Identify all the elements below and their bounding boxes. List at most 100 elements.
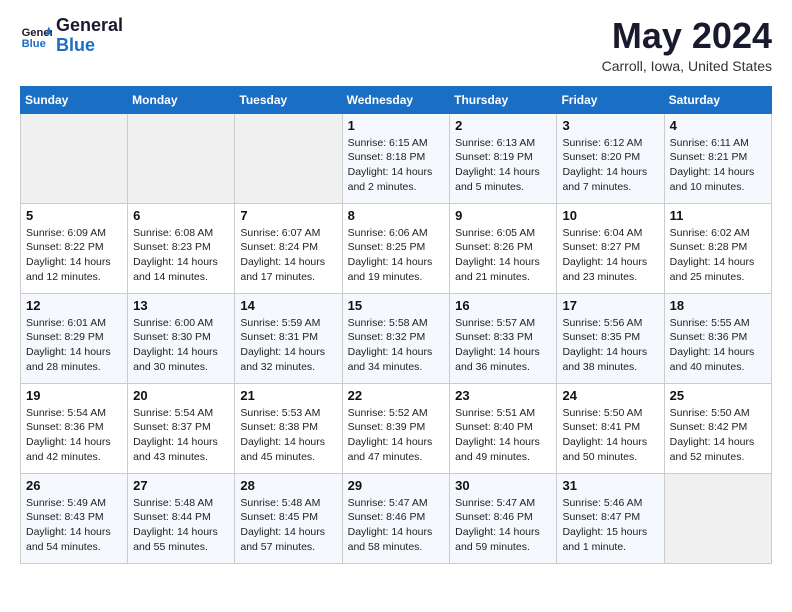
weekday-header-tuesday: Tuesday bbox=[235, 86, 342, 113]
day-number: 27 bbox=[133, 478, 229, 493]
day-number: 13 bbox=[133, 298, 229, 313]
day-number: 15 bbox=[348, 298, 445, 313]
day-number: 30 bbox=[455, 478, 551, 493]
page-header: General Blue General Blue May 2024 Carro… bbox=[20, 16, 772, 74]
day-info: Sunrise: 5:54 AM Sunset: 8:37 PM Dayligh… bbox=[133, 406, 229, 465]
title-block: May 2024 Carroll, Iowa, United States bbox=[602, 16, 772, 74]
day-number: 22 bbox=[348, 388, 445, 403]
day-number: 20 bbox=[133, 388, 229, 403]
day-info: Sunrise: 6:09 AM Sunset: 8:22 PM Dayligh… bbox=[26, 226, 122, 285]
day-number: 29 bbox=[348, 478, 445, 493]
weekday-header-friday: Friday bbox=[557, 86, 664, 113]
weekday-header-row: SundayMondayTuesdayWednesdayThursdayFrid… bbox=[21, 86, 772, 113]
calendar-cell: 3 Sunrise: 6:12 AM Sunset: 8:20 PM Daylig… bbox=[557, 113, 664, 203]
day-number: 17 bbox=[562, 298, 658, 313]
day-info: Sunrise: 5:47 AM Sunset: 8:46 PM Dayligh… bbox=[455, 496, 551, 555]
calendar-cell: 18Sunrise: 5:55 AM Sunset: 8:36 PM Dayli… bbox=[664, 293, 771, 383]
calendar-cell: 17 Sunrise: 5:56 AM Sunset: 8:35 PM Dayli… bbox=[557, 293, 664, 383]
calendar-cell: 19Sunrise: 5:54 AM Sunset: 8:36 PM Dayli… bbox=[21, 383, 128, 473]
calendar-cell: 31 Sunrise: 5:46 AM Sunset: 8:47 PM Dayli… bbox=[557, 473, 664, 563]
weekday-header-sunday: Sunday bbox=[21, 86, 128, 113]
calendar-cell: 16 Sunrise: 5:57 AM Sunset: 8:33 PM Dayli… bbox=[450, 293, 557, 383]
calendar-cell: 15 Sunrise: 5:58 AM Sunset: 8:32 PM Dayli… bbox=[342, 293, 450, 383]
weekday-header-monday: Monday bbox=[128, 86, 235, 113]
calendar-cell: 23 Sunrise: 5:51 AM Sunset: 8:40 PM Dayli… bbox=[450, 383, 557, 473]
day-number: 25 bbox=[670, 388, 766, 403]
calendar-cell: 1Sunrise: 6:15 AM Sunset: 8:18 PM Daylig… bbox=[342, 113, 450, 203]
day-info: Sunrise: 5:51 AM Sunset: 8:40 PM Dayligh… bbox=[455, 406, 551, 465]
day-number: 24 bbox=[562, 388, 658, 403]
calendar-cell: 25 Sunrise: 5:50 AM Sunset: 8:42 PM Dayli… bbox=[664, 383, 771, 473]
day-info: Sunrise: 5:49 AM Sunset: 8:43 PM Dayligh… bbox=[26, 496, 122, 555]
day-number: 16 bbox=[455, 298, 551, 313]
day-number: 8 bbox=[348, 208, 445, 223]
day-info: Sunrise: 5:57 AM Sunset: 8:33 PM Dayligh… bbox=[455, 316, 551, 375]
week-row-4: 19Sunrise: 5:54 AM Sunset: 8:36 PM Dayli… bbox=[21, 383, 772, 473]
day-number: 21 bbox=[240, 388, 336, 403]
day-info: Sunrise: 6:05 AM Sunset: 8:26 PM Dayligh… bbox=[455, 226, 551, 285]
day-number: 2 bbox=[455, 118, 551, 133]
calendar-cell: 13 Sunrise: 6:00 AM Sunset: 8:30 PM Dayli… bbox=[128, 293, 235, 383]
day-number: 4 bbox=[670, 118, 766, 133]
day-info: Sunrise: 6:13 AM Sunset: 8:19 PM Dayligh… bbox=[455, 136, 551, 195]
logo-icon: General Blue bbox=[20, 20, 52, 52]
calendar-cell bbox=[235, 113, 342, 203]
logo-line1: General bbox=[56, 16, 123, 36]
calendar-cell bbox=[664, 473, 771, 563]
day-info: Sunrise: 6:07 AM Sunset: 8:24 PM Dayligh… bbox=[240, 226, 336, 285]
day-number: 6 bbox=[133, 208, 229, 223]
calendar-cell: 10Sunrise: 6:04 AM Sunset: 8:27 PM Dayli… bbox=[557, 203, 664, 293]
location: Carroll, Iowa, United States bbox=[602, 58, 772, 74]
week-row-1: 1Sunrise: 6:15 AM Sunset: 8:18 PM Daylig… bbox=[21, 113, 772, 203]
day-number: 5 bbox=[26, 208, 122, 223]
day-number: 31 bbox=[562, 478, 658, 493]
day-info: Sunrise: 6:01 AM Sunset: 8:29 PM Dayligh… bbox=[26, 316, 122, 375]
week-row-2: 5 Sunrise: 6:09 AM Sunset: 8:22 PM Daylig… bbox=[21, 203, 772, 293]
logo: General Blue General Blue bbox=[20, 16, 123, 56]
day-info: Sunrise: 5:52 AM Sunset: 8:39 PM Dayligh… bbox=[348, 406, 445, 465]
calendar-cell: 22 Sunrise: 5:52 AM Sunset: 8:39 PM Dayli… bbox=[342, 383, 450, 473]
svg-text:Blue: Blue bbox=[22, 38, 46, 50]
calendar-cell bbox=[21, 113, 128, 203]
day-info: Sunrise: 5:55 AM Sunset: 8:36 PM Dayligh… bbox=[670, 316, 766, 375]
day-info: Sunrise: 6:02 AM Sunset: 8:28 PM Dayligh… bbox=[670, 226, 766, 285]
day-number: 19 bbox=[26, 388, 122, 403]
calendar-cell: 8 Sunrise: 6:06 AM Sunset: 8:25 PM Daylig… bbox=[342, 203, 450, 293]
calendar-cell: 28 Sunrise: 5:48 AM Sunset: 8:45 PM Dayli… bbox=[235, 473, 342, 563]
day-info: Sunrise: 6:06 AM Sunset: 8:25 PM Dayligh… bbox=[348, 226, 445, 285]
logo-line2: Blue bbox=[56, 35, 95, 55]
day-info: Sunrise: 5:46 AM Sunset: 8:47 PM Dayligh… bbox=[562, 496, 658, 555]
day-number: 12 bbox=[26, 298, 122, 313]
day-info: Sunrise: 5:47 AM Sunset: 8:46 PM Dayligh… bbox=[348, 496, 445, 555]
day-number: 9 bbox=[455, 208, 551, 223]
day-info: Sunrise: 5:58 AM Sunset: 8:32 PM Dayligh… bbox=[348, 316, 445, 375]
day-number: 28 bbox=[240, 478, 336, 493]
weekday-header-saturday: Saturday bbox=[664, 86, 771, 113]
day-info: Sunrise: 6:00 AM Sunset: 8:30 PM Dayligh… bbox=[133, 316, 229, 375]
week-row-3: 12 Sunrise: 6:01 AM Sunset: 8:29 PM Dayli… bbox=[21, 293, 772, 383]
day-info: Sunrise: 5:50 AM Sunset: 8:41 PM Dayligh… bbox=[562, 406, 658, 465]
calendar-cell: 30 Sunrise: 5:47 AM Sunset: 8:46 PM Dayli… bbox=[450, 473, 557, 563]
day-info: Sunrise: 6:15 AM Sunset: 8:18 PM Dayligh… bbox=[348, 136, 445, 195]
day-number: 23 bbox=[455, 388, 551, 403]
day-number: 14 bbox=[240, 298, 336, 313]
day-number: 3 bbox=[562, 118, 658, 133]
day-info: Sunrise: 5:53 AM Sunset: 8:38 PM Dayligh… bbox=[240, 406, 336, 465]
calendar-cell: 29 Sunrise: 5:47 AM Sunset: 8:46 PM Dayli… bbox=[342, 473, 450, 563]
calendar-cell: 24 Sunrise: 5:50 AM Sunset: 8:41 PM Dayli… bbox=[557, 383, 664, 473]
day-info: Sunrise: 5:48 AM Sunset: 8:45 PM Dayligh… bbox=[240, 496, 336, 555]
weekday-header-thursday: Thursday bbox=[450, 86, 557, 113]
day-info: Sunrise: 5:56 AM Sunset: 8:35 PM Dayligh… bbox=[562, 316, 658, 375]
calendar-cell: 26Sunrise: 5:49 AM Sunset: 8:43 PM Dayli… bbox=[21, 473, 128, 563]
day-info: Sunrise: 6:11 AM Sunset: 8:21 PM Dayligh… bbox=[670, 136, 766, 195]
calendar-cell: 4 Sunrise: 6:11 AM Sunset: 8:21 PM Daylig… bbox=[664, 113, 771, 203]
calendar-cell: 6Sunrise: 6:08 AM Sunset: 8:23 PM Daylig… bbox=[128, 203, 235, 293]
month-title: May 2024 bbox=[602, 16, 772, 56]
day-info: Sunrise: 5:50 AM Sunset: 8:42 PM Dayligh… bbox=[670, 406, 766, 465]
day-number: 10 bbox=[562, 208, 658, 223]
day-info: Sunrise: 6:12 AM Sunset: 8:20 PM Dayligh… bbox=[562, 136, 658, 195]
week-row-5: 26Sunrise: 5:49 AM Sunset: 8:43 PM Dayli… bbox=[21, 473, 772, 563]
calendar-cell: 11 Sunrise: 6:02 AM Sunset: 8:28 PM Dayli… bbox=[664, 203, 771, 293]
day-number: 11 bbox=[670, 208, 766, 223]
calendar-table: SundayMondayTuesdayWednesdayThursdayFrid… bbox=[20, 86, 772, 564]
